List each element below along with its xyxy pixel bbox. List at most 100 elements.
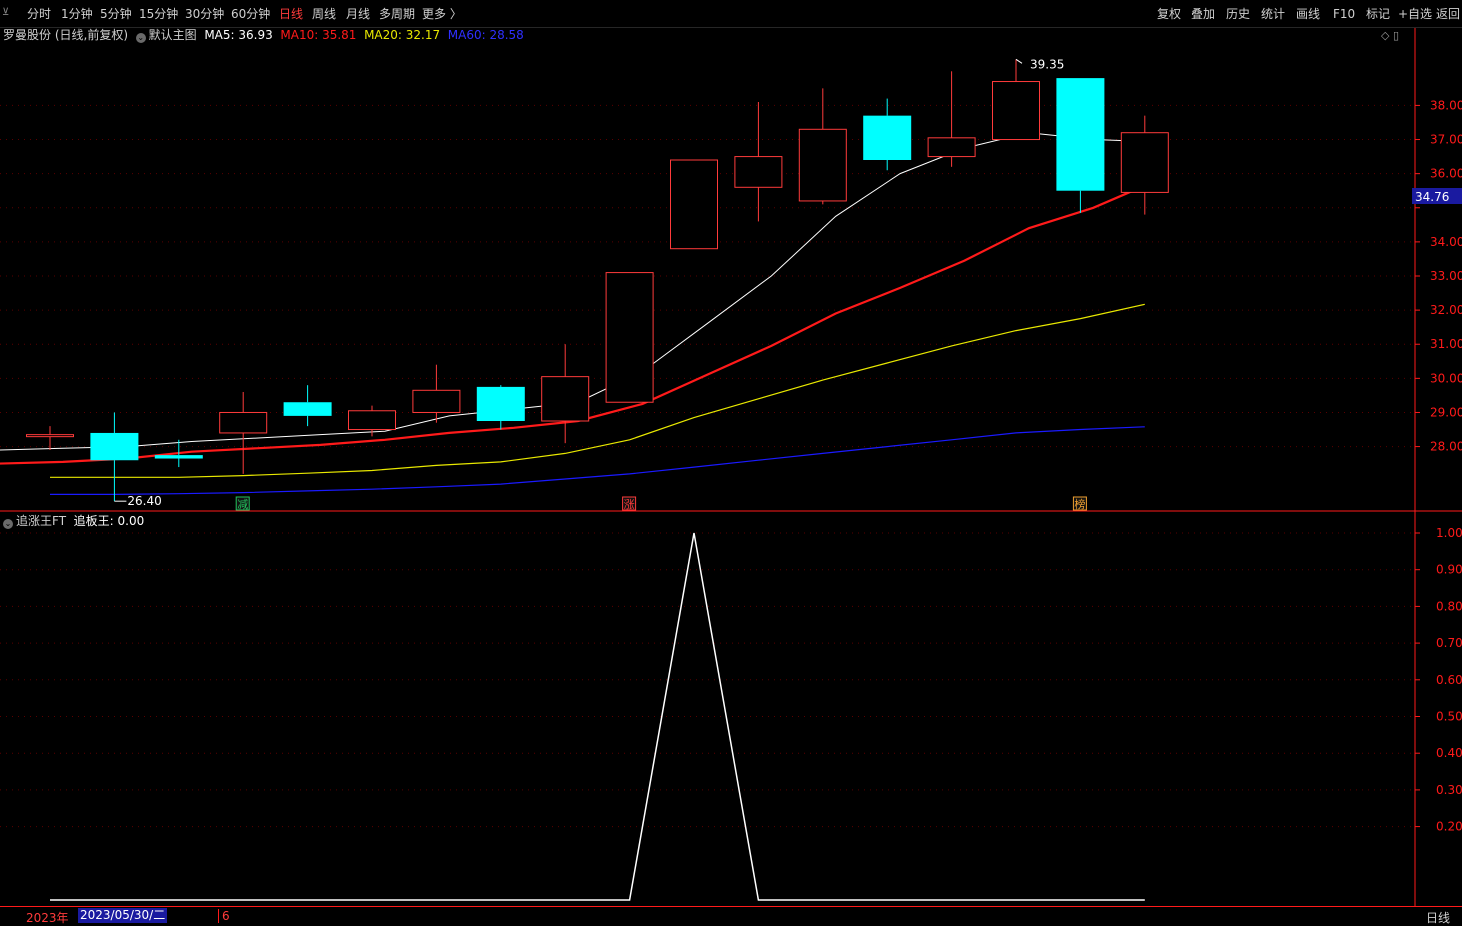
indicator-dropdown-icon[interactable]: ⌄ <box>3 519 13 529</box>
candle <box>476 385 525 430</box>
candle-body-up <box>1120 132 1169 193</box>
candle-body-down <box>1056 78 1105 191</box>
candle-body-up <box>605 272 654 403</box>
candle <box>541 344 590 444</box>
day-tick-label: 6 <box>218 909 230 923</box>
template-name[interactable]: 默认主图 <box>149 28 197 42</box>
period-tab-0[interactable]: 分时 <box>27 5 51 23</box>
sub-tick-label: 0.60 <box>1436 673 1462 687</box>
candle <box>90 412 139 502</box>
period-tab-10[interactable]: 更多 〉 <box>422 5 462 23</box>
sub-tick-label: 1.00 <box>1436 526 1462 540</box>
candle <box>283 385 332 427</box>
candle-body-up <box>412 389 461 413</box>
low-marker-label: 26.40 <box>127 494 161 508</box>
main-tick-label: 36.00 <box>1430 167 1462 181</box>
stock-name[interactable]: 罗曼股份 <box>3 28 51 42</box>
candle <box>992 59 1040 141</box>
current-price-label: 34.76 <box>1415 190 1449 204</box>
high-marker-arrow <box>1015 58 1023 64</box>
event-mark-label: 减 <box>237 498 248 511</box>
sub-tick-label: 0.50 <box>1436 710 1462 724</box>
candle-body-down <box>154 455 203 459</box>
candle-body-up <box>541 376 590 422</box>
ma20-legend: MA20: 32.17 <box>364 28 441 42</box>
toolbar-button-7[interactable]: +自选 <box>1398 5 1432 23</box>
main-tick-label: 38.00 <box>1430 98 1462 112</box>
period-tab-1[interactable]: 1分钟 <box>61 5 93 23</box>
candle-body-down <box>283 402 332 416</box>
candle-body-up <box>927 137 976 158</box>
period-tab-8[interactable]: 月线 <box>346 5 370 23</box>
indicator-line <box>50 532 1145 901</box>
sub-tick-label: 0.20 <box>1436 820 1462 834</box>
candle-body-up <box>992 81 1040 141</box>
candle-body-up <box>348 410 396 431</box>
year-label: 2023年 <box>26 911 69 925</box>
indicator-legend: ⌄ 追涨王FT 追板王: 0.00 <box>3 513 144 529</box>
kline-chart[interactable]: 28.00 29.00 30.00 31.00 32.00 33.00 34.00 36.00… <box>0 0 1462 923</box>
main-grid <box>0 104 1415 448</box>
toolbar-button-5[interactable]: F10 <box>1333 5 1355 23</box>
ma60-legend: MA60: 28.58 <box>447 28 524 42</box>
panel-control-icons[interactable]: ◇ ▯ <box>1381 29 1399 42</box>
main-tick-label: 31.00 <box>1430 337 1462 351</box>
toolbar-button-4[interactable]: 画线 <box>1296 5 1320 23</box>
candle-body-up <box>734 156 783 188</box>
toolbar-button-0[interactable]: 复权 <box>1157 5 1181 23</box>
candle <box>798 88 847 205</box>
main-chart-legend: 罗曼股份 (日线,前复权) ⌄ 默认主图 MA5: 36.93 MA10: 35.… <box>3 27 524 43</box>
main-tick-label: 32.00 <box>1430 303 1462 317</box>
ma60-line <box>50 426 1145 495</box>
candle-body-up <box>219 411 268 434</box>
sub-tick-label: 0.80 <box>1436 599 1462 613</box>
template-dropdown-icon[interactable]: ⌄ <box>135 33 146 43</box>
period-tab-4[interactable]: 30分钟 <box>185 5 224 23</box>
candle-body-up <box>670 159 718 250</box>
toolbar-button-2[interactable]: 历史 <box>1226 5 1250 23</box>
candle <box>412 364 461 423</box>
period-tab-9[interactable]: 多周期 <box>379 5 415 23</box>
ma5-legend: MA5: 36.93 <box>204 28 273 42</box>
event-mark-label: 涨 <box>624 498 635 511</box>
main-tick-label: 34.00 <box>1430 235 1462 249</box>
collapse-icon[interactable]: ⊻ <box>2 6 16 20</box>
sub-tick-label: 0.40 <box>1436 746 1462 760</box>
toolbar-button-3[interactable]: 统计 <box>1261 5 1285 23</box>
indicator-name[interactable]: 追涨王FT <box>16 514 66 528</box>
main-tick-label: 33.00 <box>1430 269 1462 283</box>
event-marks: 减涨榜 <box>235 496 1087 511</box>
candle <box>734 102 783 222</box>
period-tab-7[interactable]: 周线 <box>312 5 336 23</box>
period-tab-5[interactable]: 60分钟 <box>231 5 270 23</box>
moving-average-lines <box>0 132 1159 495</box>
top-toolbar: ⊻ 分时 1分钟 5分钟 15分钟 30分钟 60分钟 日线 周线 月线 多周期 更多 〉 复权 叠加… <box>0 0 1462 28</box>
period-indicator[interactable]: 日线 <box>1426 909 1450 926</box>
chart-mode: (日线,前复权) <box>54 28 129 42</box>
candle <box>670 159 718 250</box>
candle-body-down <box>90 432 139 461</box>
toolbar-button-6[interactable]: 标记 <box>1366 5 1390 23</box>
candle <box>1056 78 1105 213</box>
candle <box>1120 115 1169 215</box>
cursor-date-label: 2023/05/30/二 <box>78 908 168 923</box>
main-tick-label: 28.00 <box>1430 440 1462 454</box>
candle <box>348 405 396 437</box>
candle-body-down <box>863 115 912 160</box>
candle <box>605 272 654 403</box>
period-tab-2[interactable]: 5分钟 <box>100 5 132 23</box>
candle-body-up <box>26 434 74 438</box>
main-price-axis: 28.00 29.00 30.00 31.00 32.00 33.00 34.00 36.00… <box>1415 98 1462 454</box>
indicator-value: 追板王: 0.00 <box>73 514 145 528</box>
main-tick-label: 30.00 <box>1430 371 1462 385</box>
period-tab-3[interactable]: 15分钟 <box>139 5 178 23</box>
ma10-legend: MA10: 35.81 <box>280 28 357 42</box>
candle <box>927 71 976 167</box>
time-axis-bar: 2023年 2023/05/30/二 6 日线 <box>0 906 1462 926</box>
toolbar-button-1[interactable]: 叠加 <box>1191 5 1215 23</box>
period-tab-6[interactable]: 日线 <box>279 5 303 23</box>
sub-grid <box>0 532 1415 828</box>
high-marker-label: 39.35 <box>1030 57 1064 71</box>
toolbar-button-8[interactable]: 返回 <box>1436 5 1460 23</box>
sub-tick-label: 0.30 <box>1436 783 1462 797</box>
